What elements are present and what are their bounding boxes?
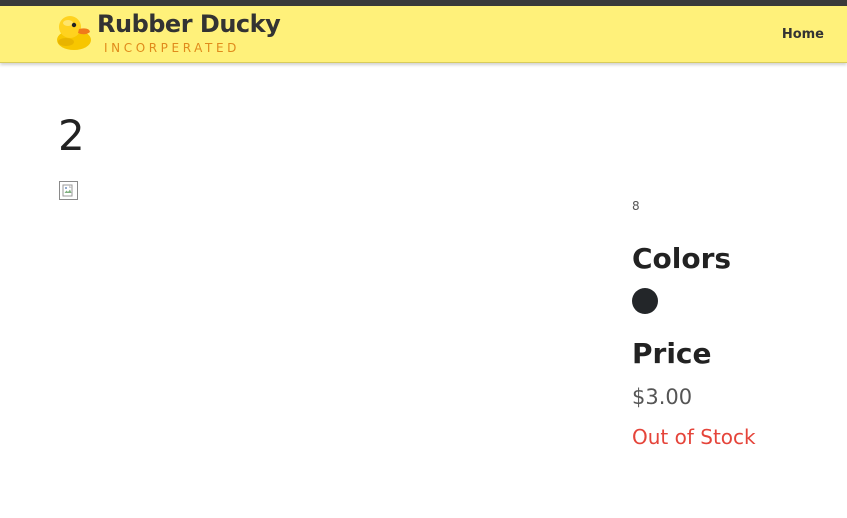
product-quantity: 8 bbox=[632, 199, 640, 213]
color-swatch-dark[interactable] bbox=[632, 288, 658, 314]
nav-home-link[interactable]: Home bbox=[782, 27, 824, 42]
product-title: 2 bbox=[58, 111, 85, 160]
stock-status: Out of Stock bbox=[632, 425, 756, 449]
colors-heading: Colors bbox=[632, 242, 732, 275]
rubber-duck-logo-icon bbox=[57, 16, 91, 50]
product-image bbox=[59, 181, 78, 200]
broken-image-icon bbox=[62, 184, 73, 197]
brand-logo-link[interactable]: Rubber Ducky INCORPERATED bbox=[54, 10, 284, 56]
price-value: $3.00 bbox=[632, 385, 693, 409]
site-header: Rubber Ducky INCORPERATED Home bbox=[0, 6, 847, 63]
brand-subtitle: INCORPERATED bbox=[104, 41, 240, 55]
price-heading: Price bbox=[632, 337, 712, 370]
brand-name: Rubber Ducky bbox=[97, 10, 281, 38]
